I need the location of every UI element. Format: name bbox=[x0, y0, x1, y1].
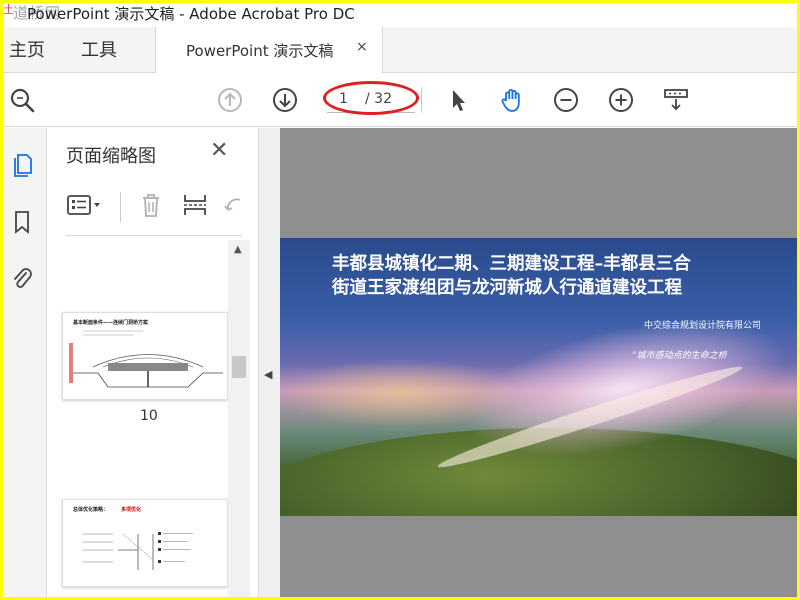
thumbnail-heading: 总体优化策略： bbox=[73, 507, 109, 513]
slide-page: 丰都县城镇化二期、三期建设工程–丰都县三合 街道王家渡组团与龙河新城人行通道建设… bbox=[280, 238, 797, 516]
panel-splitter[interactable]: ◀ bbox=[258, 128, 280, 597]
insert-page-icon[interactable] bbox=[182, 192, 208, 218]
slide-title: 丰都县城镇化二期、三期建设工程–丰都县三合 街道王家渡组团与龙河新城人行通道建设… bbox=[332, 252, 772, 300]
hand-tool-icon[interactable] bbox=[497, 85, 527, 115]
page-thumbnail[interactable]: 总体优化策略： 多项优化 bbox=[62, 499, 228, 587]
slide-title-line-2: 街道王家渡组团与龙河新城人行通道建设工程 bbox=[332, 278, 682, 298]
attachment-icon[interactable] bbox=[7, 262, 37, 294]
thumbnail-toolbar-separator bbox=[66, 235, 242, 236]
thumbnail-scrollbar[interactable]: ▲ bbox=[228, 240, 250, 597]
zoom-out-icon[interactable] bbox=[551, 85, 581, 115]
navigation-rail bbox=[3, 128, 47, 597]
close-panel-button[interactable]: ✕ bbox=[210, 138, 228, 163]
thumbnail-toolbar bbox=[64, 186, 242, 230]
scrollbar-thumb[interactable] bbox=[232, 356, 246, 378]
thumbnail-options-icon[interactable] bbox=[66, 192, 102, 218]
window-title: PowerPoint 演示文稿 - Adobe Acrobat Pro DC bbox=[27, 5, 355, 23]
title-bar: 土 道桥网 PowerPoint 演示文稿 - Adobe Acrobat Pr… bbox=[3, 3, 797, 27]
bookmark-icon[interactable] bbox=[7, 206, 37, 238]
scroll-mode-icon[interactable] bbox=[661, 85, 691, 115]
thumbnail-toolbar-divider bbox=[120, 192, 121, 222]
page-thumbnail[interactable]: 基本断面条件——连续门洞桥方案 bbox=[62, 312, 228, 400]
zoom-in-icon[interactable] bbox=[606, 85, 636, 115]
page-number-box[interactable]: 1 / 32 bbox=[323, 81, 419, 115]
thumbnail-drawing bbox=[83, 532, 193, 570]
document-view[interactable]: 丰都县城镇化二期、三期建设工程–丰都县三合 街道王家渡组团与龙河新城人行通道建设… bbox=[280, 128, 797, 597]
delete-page-icon[interactable] bbox=[138, 192, 164, 218]
panel-title: 页面缩略图 bbox=[66, 146, 156, 167]
page-thumbnails-icon[interactable] bbox=[7, 148, 37, 180]
tab-tools[interactable]: 工具 bbox=[81, 36, 117, 62]
toolbar: 1 / 32 bbox=[3, 73, 797, 127]
thumbnail-heading: 基本断面条件——连续门洞桥方案 bbox=[73, 320, 149, 326]
scroll-up-icon[interactable]: ▲ bbox=[234, 244, 242, 255]
page-down-icon[interactable] bbox=[270, 85, 300, 115]
search-icon[interactable] bbox=[7, 85, 37, 115]
slide-slogan: “城市感动点的生命之桥 bbox=[632, 351, 727, 361]
close-tab-button[interactable]: × bbox=[356, 39, 368, 55]
annotation-oval bbox=[323, 81, 419, 115]
select-arrow-icon[interactable] bbox=[443, 85, 473, 115]
document-tab-label: PowerPoint 演示文稿 bbox=[186, 42, 334, 60]
page-up-icon[interactable] bbox=[215, 85, 245, 115]
tab-document[interactable]: PowerPoint 演示文稿 × bbox=[155, 27, 383, 73]
thumbnail-page-number: 10 bbox=[140, 408, 158, 424]
rotate-page-icon[interactable] bbox=[220, 192, 246, 218]
tab-home[interactable]: 主页 bbox=[9, 36, 45, 62]
tab-bar: 主页 工具 PowerPoint 演示文稿 × bbox=[3, 27, 797, 73]
thumbnail-drawing bbox=[69, 330, 223, 388]
slide-title-line-1: 丰都县城镇化二期、三期建设工程–丰都县三合 bbox=[332, 254, 691, 274]
toolbar-divider bbox=[421, 87, 422, 113]
slide-company: 中交综合规划设计院有限公司 bbox=[644, 321, 762, 331]
thumbnail-heading-highlight: 多项优化 bbox=[121, 507, 142, 513]
collapse-panel-icon[interactable]: ◀ bbox=[264, 368, 272, 381]
